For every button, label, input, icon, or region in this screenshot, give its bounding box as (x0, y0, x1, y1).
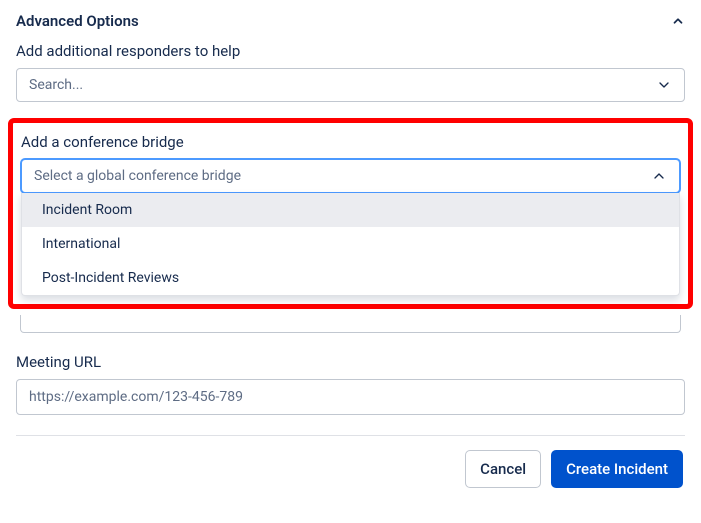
advanced-options-header[interactable]: Advanced Options (16, 8, 685, 38)
conference-bridge-select[interactable]: Select a global conference bridge (21, 159, 680, 193)
dropdown-option-incident-room[interactable]: Incident Room (22, 193, 679, 227)
chevron-up-icon (651, 168, 667, 184)
section-title: Advanced Options (16, 12, 139, 30)
divider (16, 435, 685, 436)
responders-placeholder: Search... (29, 77, 83, 93)
conference-placeholder: Select a global conference bridge (34, 168, 241, 184)
dropdown-option-post-incident[interactable]: Post-Incident Reviews (22, 261, 679, 295)
create-incident-button[interactable]: Create Incident (551, 450, 683, 488)
responders-label: Add additional responders to help (16, 42, 685, 60)
chevron-down-icon (656, 77, 672, 93)
dropdown-option-international[interactable]: International (22, 227, 679, 261)
chevron-up-icon (671, 14, 685, 28)
conference-dropdown: Incident Room International Post-Inciden… (21, 193, 680, 296)
footer-buttons: Cancel Create Incident (16, 450, 685, 488)
meeting-url-input[interactable] (16, 379, 685, 415)
cancel-button[interactable]: Cancel (465, 450, 541, 488)
meeting-url-label: Meeting URL (16, 353, 685, 371)
collapsed-field-remnant (20, 315, 681, 333)
conference-label: Add a conference bridge (21, 133, 680, 151)
responders-search-select[interactable]: Search... (16, 68, 685, 102)
conference-bridge-highlight: Add a conference bridge Select a global … (8, 118, 693, 309)
